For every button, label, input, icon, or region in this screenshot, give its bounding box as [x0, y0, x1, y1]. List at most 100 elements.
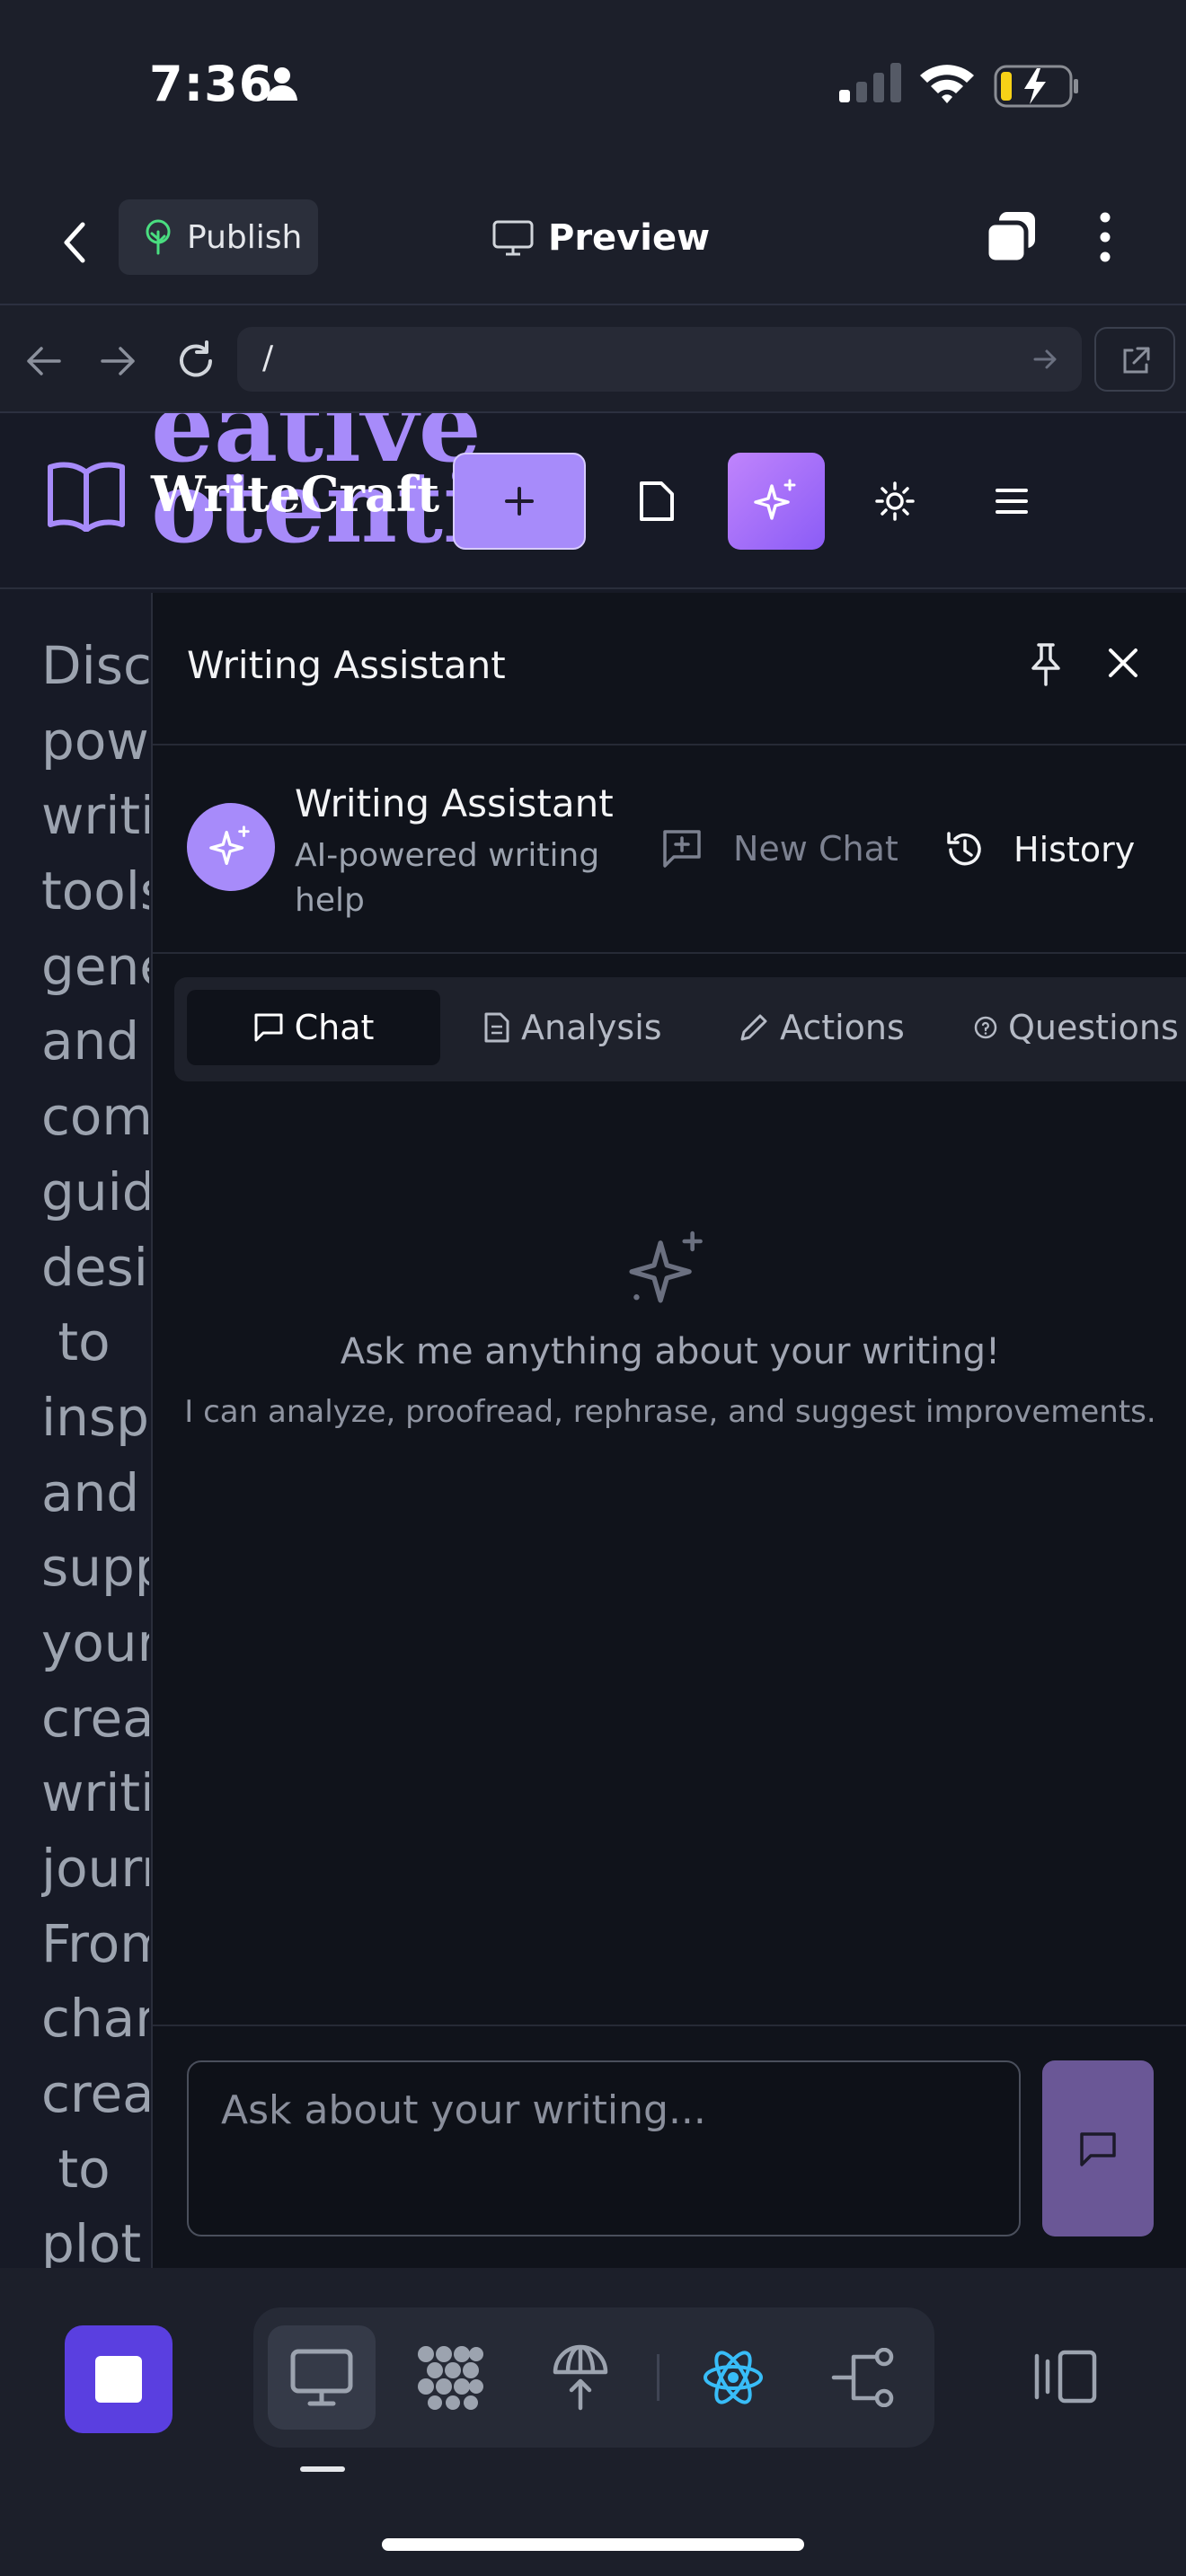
chevron-left-icon[interactable] [54, 216, 97, 269]
message-square-icon [253, 1012, 284, 1043]
dock-grid-button[interactable] [397, 2325, 505, 2430]
new-document-button[interactable] [453, 453, 586, 550]
hero-description-line: crea [41, 1687, 149, 1749]
forward-arrow-icon[interactable] [99, 343, 138, 379]
hero-description: Disc pow writi tools gene and com guid desig to i… [41, 629, 149, 2268]
chat-composer [153, 2025, 1186, 2268]
assistant-info: Writing Assistant AI-powered writing hel… [153, 745, 1186, 954]
tab-label: Actions [780, 1008, 905, 1047]
tabs-icon[interactable] [983, 208, 1040, 266]
chat-input[interactable] [187, 2060, 1021, 2236]
tree-icon [142, 219, 174, 255]
hero-description-line: to [41, 2138, 111, 2200]
browser-bar: / [0, 307, 1186, 413]
react-icon [702, 2346, 765, 2409]
stop-icon [95, 2356, 142, 2403]
hero-description-line: writi [41, 1762, 149, 1824]
preview-button[interactable]: Preview [492, 207, 710, 269]
history-icon [943, 828, 987, 871]
hero-description-line: pow [41, 710, 149, 772]
external-link-button[interactable] [1094, 327, 1175, 392]
tab-label: Questions [1008, 1008, 1179, 1047]
tab-analysis[interactable]: Analysis [483, 990, 662, 1065]
send-button[interactable] [1042, 2060, 1154, 2236]
active-dock-indicator [300, 2466, 345, 2472]
menu-icon [994, 485, 1030, 517]
external-link-icon [1120, 345, 1152, 377]
url-text: / [262, 340, 274, 376]
hero-description-line: writi [41, 785, 149, 847]
hero-description-line: tools [41, 860, 149, 922]
wifi-icon [918, 61, 976, 104]
status-bar: 7:36 [0, 0, 1186, 171]
message-square-icon [1078, 2130, 1118, 2166]
preview-label: Preview [548, 217, 711, 259]
hero-description-line: to [41, 1311, 111, 1373]
hero-description-line: gene [41, 935, 149, 997]
hero-description-line: From [41, 1912, 149, 1974]
help-circle-icon [974, 1016, 997, 1039]
menu-button[interactable] [976, 467, 1048, 535]
document-button[interactable] [620, 467, 692, 535]
pin-icon[interactable] [1026, 641, 1066, 688]
dock-group [253, 2307, 934, 2448]
panel-header: Writing Assistant [153, 593, 1186, 745]
dock-preview-button[interactable] [268, 2325, 376, 2430]
plus-icon [501, 483, 537, 519]
empty-state-subtitle: I can analyze, proofread, rephrase, and … [184, 1394, 1156, 1430]
dots-grid-icon [417, 2343, 485, 2412]
hero-description-line: desig [41, 1236, 149, 1298]
sparkles-icon [625, 1227, 712, 1313]
history-label: History [1013, 830, 1136, 869]
ai-assistant-button[interactable] [728, 453, 825, 550]
hero-description-line: Disc [41, 635, 149, 696]
tab-actions[interactable]: Actions [739, 990, 905, 1065]
dock-react-button[interactable] [679, 2325, 787, 2430]
close-icon[interactable] [1105, 645, 1141, 681]
new-chat-button[interactable]: New Chat [661, 828, 898, 869]
dock-flow-button[interactable] [809, 2325, 916, 2430]
sun-icon [875, 481, 915, 521]
more-vertical-icon[interactable] [1091, 210, 1120, 264]
hero-description-line: and [41, 1461, 140, 1523]
theme-toggle-button[interactable] [859, 467, 931, 535]
file-text-icon [483, 1011, 510, 1044]
hero-description-line: and [41, 1010, 140, 1072]
home-indicator [382, 2538, 804, 2551]
site-header: eative otential WriteCraft [0, 413, 1186, 589]
hero-description-line: supp [41, 1537, 149, 1599]
publish-button[interactable]: Publish [119, 199, 318, 275]
tab-chat[interactable]: Chat [187, 990, 440, 1065]
publish-label: Publish [187, 218, 303, 256]
assistant-subtitle: AI-powered writing help [295, 837, 600, 919]
brand-name[interactable]: WriteCraft [151, 465, 439, 523]
tab-label: Analysis [521, 1008, 662, 1047]
person-icon [264, 65, 300, 101]
assistant-avatar [187, 803, 275, 891]
new-chat-label: New Chat [733, 829, 898, 869]
book-icon [45, 460, 128, 532]
stop-button[interactable] [65, 2325, 173, 2433]
tab-questions[interactable]: Questions [974, 990, 1179, 1065]
bottom-dock [0, 2268, 1186, 2576]
reload-icon[interactable] [174, 340, 217, 383]
hero-description-line: plot [41, 2213, 142, 2268]
panel-toggle-icon[interactable] [1033, 2349, 1098, 2404]
go-arrow-icon[interactable] [1031, 345, 1060, 374]
message-plus-icon [661, 828, 703, 869]
tab-label: Chat [294, 1008, 375, 1047]
url-field[interactable]: / [237, 327, 1082, 392]
top-toolbar: Publish Preview [0, 171, 1186, 305]
hero-description-line: journ [41, 1838, 149, 1899]
assistant-tabs: Chat Analysis Actions Questions [174, 977, 1186, 1081]
flow-icon [830, 2348, 895, 2407]
back-arrow-icon[interactable] [23, 343, 63, 379]
hero-description-line: char [41, 1988, 149, 2050]
hero-description-line: guid [41, 1160, 149, 1222]
sparkles-icon [752, 477, 801, 525]
deploy-icon [550, 2343, 611, 2412]
history-button[interactable]: History [943, 828, 1135, 871]
dock-deploy-button[interactable] [527, 2325, 634, 2430]
pencil-icon [739, 1012, 769, 1043]
status-time: 7:36 [149, 56, 274, 112]
